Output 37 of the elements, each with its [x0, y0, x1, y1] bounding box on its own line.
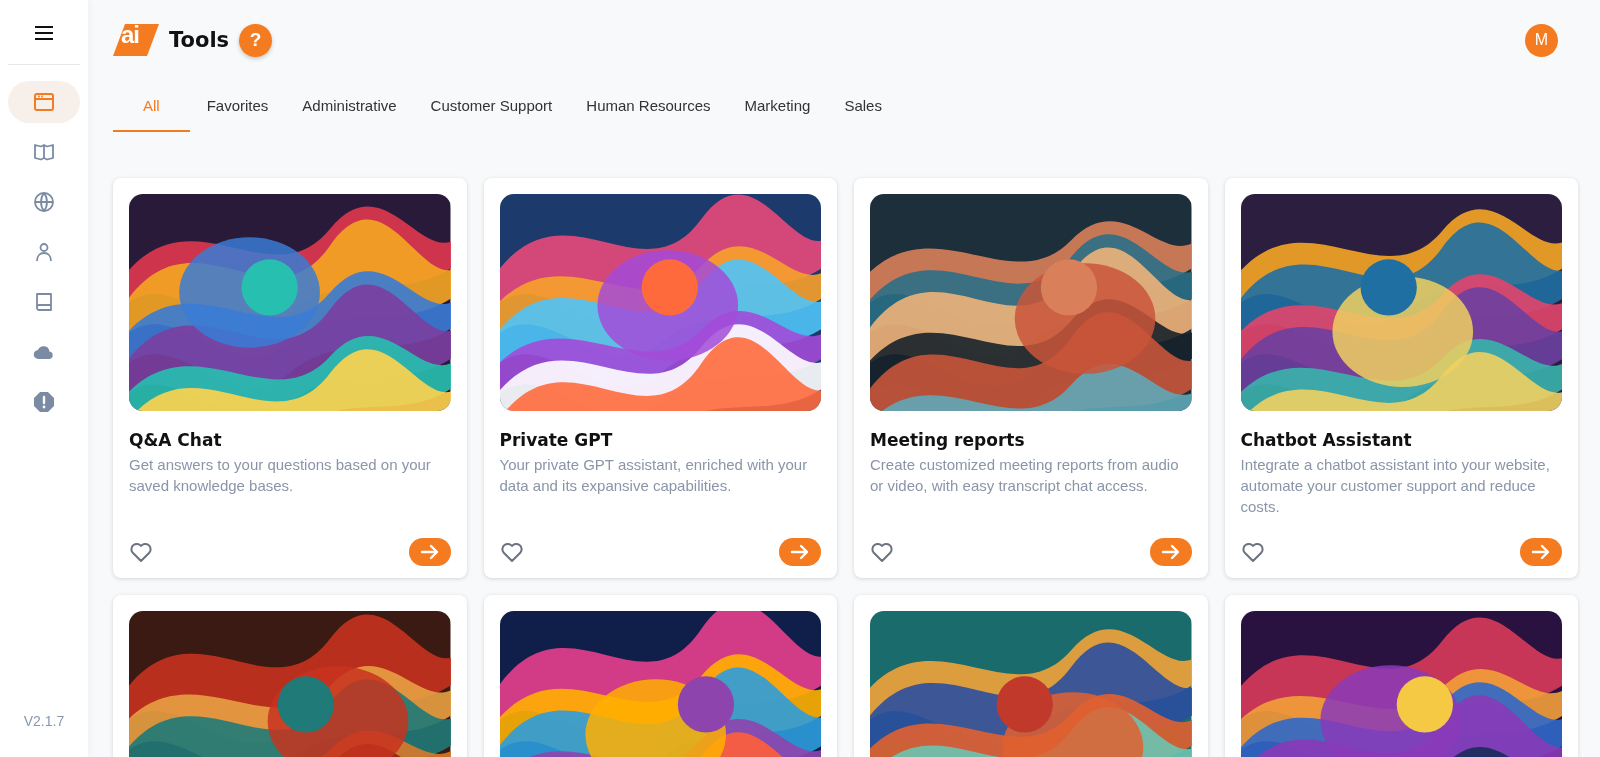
- card-description: Create customized meeting reports from audio or video, with easy transcript chat access.: [870, 455, 1180, 496]
- tab[interactable]: Customer Support: [413, 80, 570, 132]
- heart-icon: [129, 541, 153, 563]
- tab[interactable]: Favorites: [189, 80, 286, 132]
- open-button[interactable]: [1149, 538, 1192, 566]
- nav-item[interactable]: [8, 81, 80, 123]
- card-description: Get answers to your questions based on your saved knowledge bases.: [129, 455, 432, 496]
- heart-icon: [1240, 541, 1265, 563]
- card-description: Your private GPT assistant, enriched with your data and its expansive capabilities.: [499, 455, 809, 496]
- card-title: Chatbot Assistant: [1240, 430, 1413, 450]
- logo: ai: [113, 24, 159, 56]
- app-window-icon: [32, 90, 56, 114]
- open-button[interactable]: [1520, 538, 1562, 566]
- tab[interactable]: Marketing: [727, 80, 828, 132]
- arrow-right-icon: [419, 544, 440, 560]
- arrow-right-icon: [1160, 544, 1181, 560]
- page-title: Tools: [169, 28, 230, 52]
- favorite-button[interactable]: [1240, 541, 1265, 563]
- alert-icon: [32, 390, 56, 414]
- favorite-button[interactable]: [499, 541, 524, 563]
- favorite-button[interactable]: [870, 541, 894, 563]
- arrow-right-icon: [790, 544, 810, 560]
- globe-icon: [32, 190, 56, 214]
- card-title: Meeting reports: [870, 430, 1026, 450]
- card-description: Integrate a chatbot assistant into your website, automate your customer support and reduce costs.: [1240, 455, 1551, 517]
- open-button[interactable]: [408, 538, 451, 566]
- card-title: Q&A Chat: [129, 430, 223, 450]
- open-button[interactable]: [779, 538, 821, 566]
- arrow-right-icon: [1531, 544, 1551, 560]
- heart-icon: [870, 541, 894, 563]
- tab[interactable]: Sales: [827, 80, 899, 132]
- tab[interactable]: Administrative: [285, 80, 414, 132]
- heart-icon: [499, 541, 524, 563]
- version-label: V2.1.7: [23, 713, 65, 729]
- favorite-button[interactable]: [129, 541, 153, 563]
- tab[interactable]: Human Resources: [569, 80, 728, 132]
- card-title: Private GPT: [499, 430, 614, 450]
